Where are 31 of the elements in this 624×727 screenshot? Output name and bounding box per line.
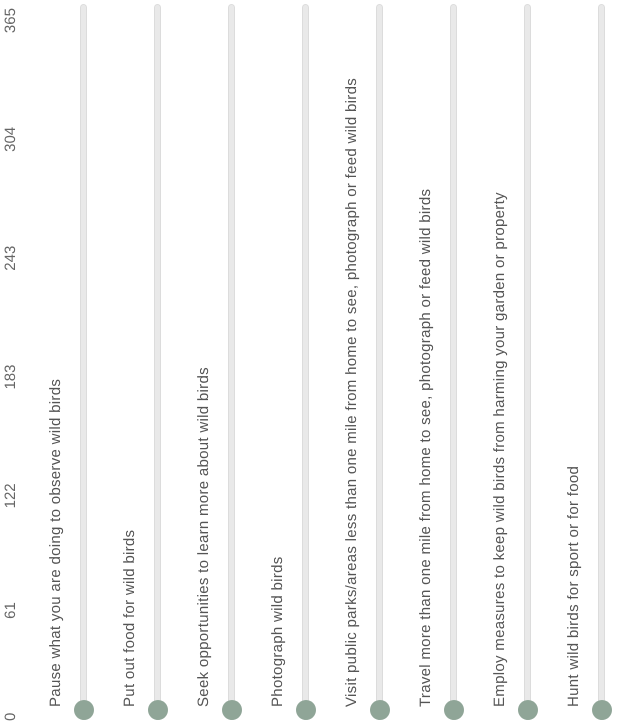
slider[interactable] — [518, 4, 538, 720]
slider-handle[interactable] — [592, 700, 612, 720]
question-label: Hunt wild birds for sport or for food — [565, 464, 583, 709]
slider-handle[interactable] — [296, 700, 316, 720]
question-label: Travel more than one mile from home to see, photograph or feed wild birds — [417, 188, 435, 709]
slider-handle[interactable] — [444, 700, 464, 720]
slider[interactable] — [296, 4, 316, 720]
scale-label: 243 — [2, 246, 18, 271]
question-label: Visit public parks/areas less than one mile from home to see, photograph or feed wild birds — [343, 76, 361, 709]
scale-label: 0 — [2, 712, 18, 721]
question-label: Put out food for wild birds — [121, 528, 139, 709]
slider[interactable] — [592, 4, 612, 720]
slider[interactable] — [370, 4, 390, 720]
slider[interactable] — [74, 4, 94, 720]
question-label: Photograph wild birds — [269, 555, 287, 709]
scale-label: 61 — [2, 602, 18, 619]
scale-label: 122 — [2, 483, 18, 508]
slider-handle[interactable] — [518, 700, 538, 720]
scale-label: 183 — [2, 364, 18, 390]
slider-handle[interactable] — [370, 700, 390, 720]
slider-handle[interactable] — [148, 700, 168, 720]
slider-handle[interactable] — [222, 700, 242, 720]
scale-label: 365 — [2, 8, 18, 34]
question-label: Seek opportunities to learn more about wild birds — [195, 366, 213, 709]
slider[interactable] — [444, 4, 464, 720]
slider[interactable] — [222, 4, 242, 720]
slider-handle[interactable] — [74, 700, 94, 720]
question-label: Pause what you are doing to observe wild birds — [47, 378, 65, 709]
question-label: Employ measures to keep wild birds from harming your garden or property — [491, 191, 509, 709]
slider[interactable] — [148, 4, 168, 720]
scale-label: 304 — [2, 126, 18, 152]
